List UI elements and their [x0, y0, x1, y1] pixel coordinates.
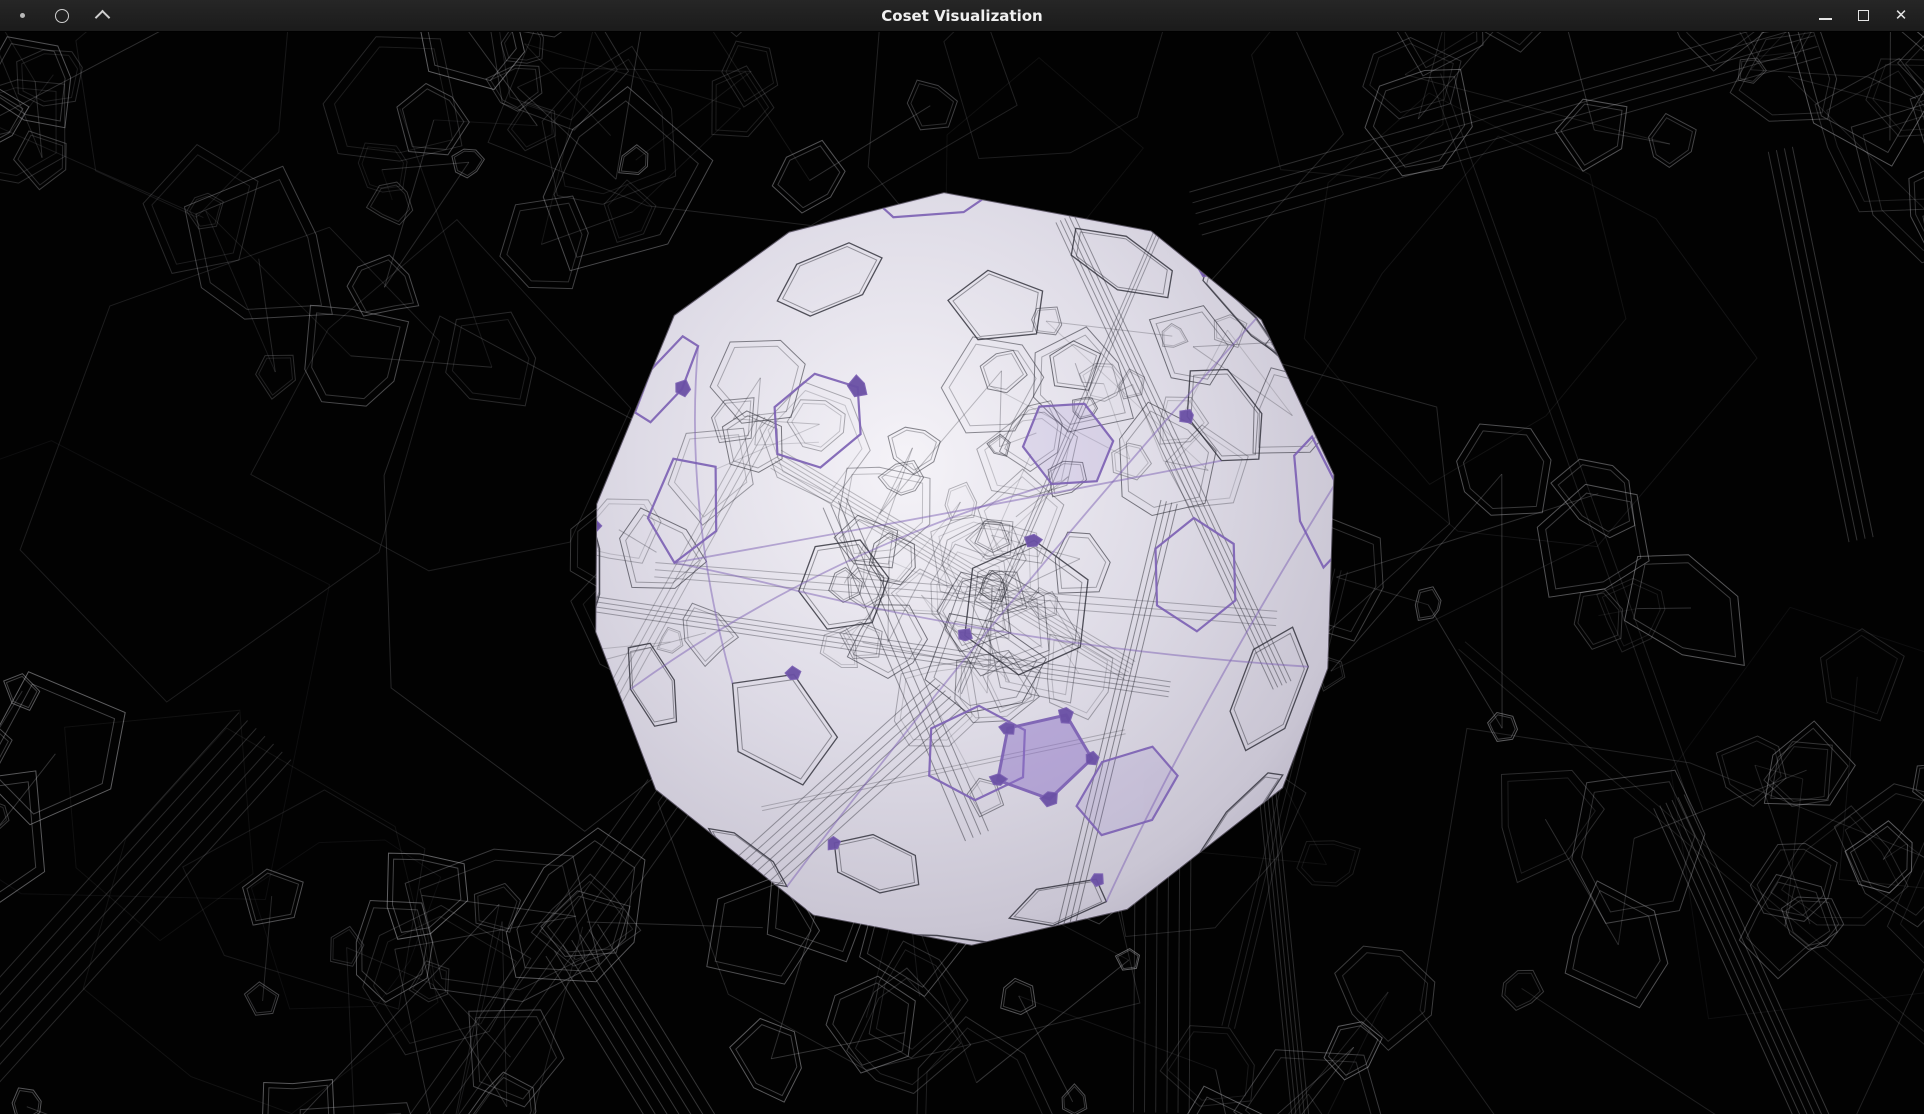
maximize-button[interactable] — [1850, 3, 1876, 29]
dot-glyph — [20, 13, 25, 18]
minimize-button[interactable] — [1812, 3, 1838, 29]
viewport — [0, 32, 1924, 1114]
coset-visualization-canvas[interactable] — [0, 32, 1924, 1114]
circle-icon[interactable] — [50, 4, 74, 28]
minimize-icon — [1819, 18, 1832, 20]
window-title: Coset Visualization — [0, 0, 1924, 31]
window-controls: ✕ — [1812, 3, 1924, 29]
close-icon: ✕ — [1895, 8, 1908, 23]
chevron-up-glyph — [94, 10, 110, 26]
chevron-up-icon[interactable] — [90, 4, 114, 28]
close-button[interactable]: ✕ — [1888, 3, 1914, 29]
title-bar[interactable]: Coset Visualization ✕ — [0, 0, 1924, 32]
dot-icon[interactable] — [10, 4, 34, 28]
maximize-icon — [1858, 10, 1869, 21]
circle-glyph — [55, 9, 69, 23]
titlebar-left-icons — [0, 4, 114, 28]
